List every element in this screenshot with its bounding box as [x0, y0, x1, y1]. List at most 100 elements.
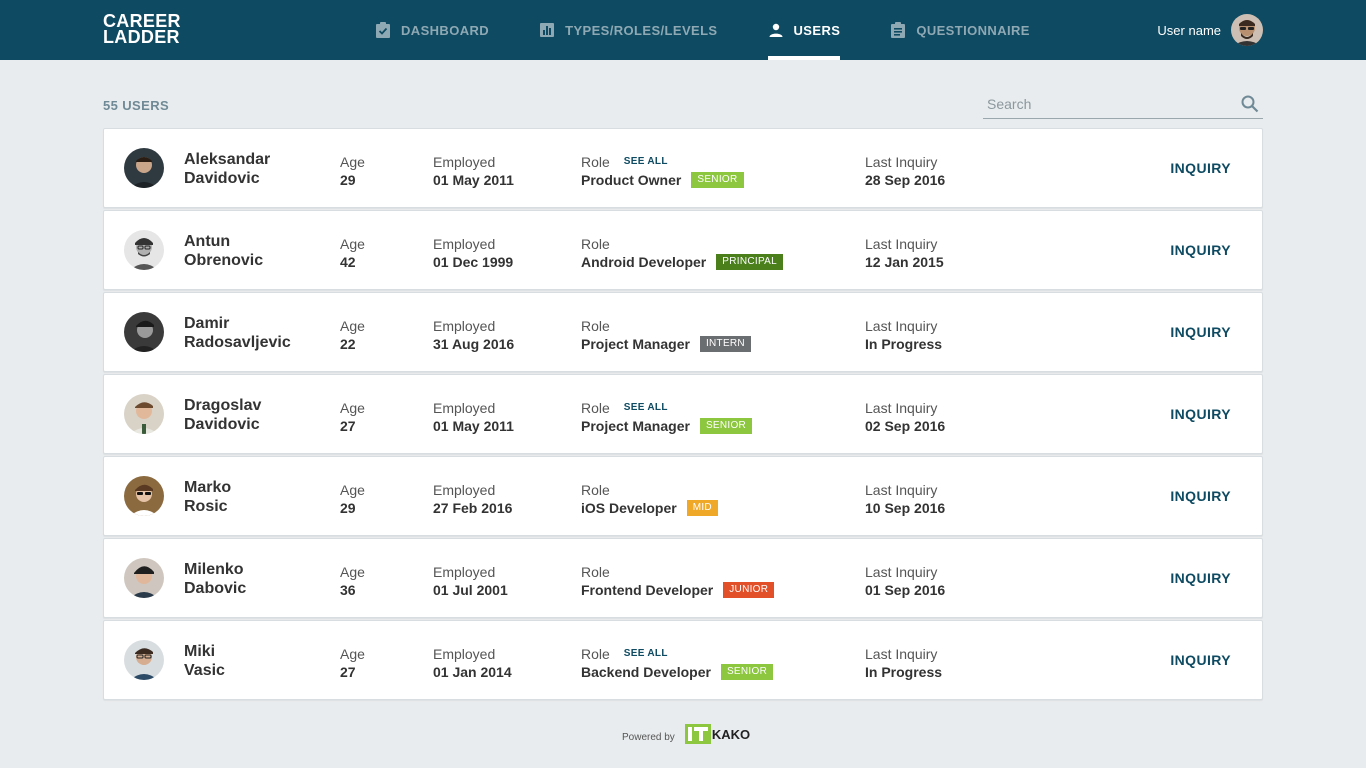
last-inquiry-label: Last Inquiry	[865, 482, 938, 498]
employed-value: 31 Aug 2016	[433, 336, 515, 352]
age-label: Age	[340, 564, 365, 580]
user-row: Antun Obrenovic Age 42 Employed 01 Dec 1…	[103, 210, 1263, 290]
level-badge: PRINCIPAL	[716, 254, 784, 270]
last-inquiry-label: Last Inquiry	[865, 646, 938, 662]
nav-label-questionnaire: QUESTIONNAIRE	[916, 22, 1030, 38]
nav-label-users: USERS	[793, 22, 841, 38]
clipboard-check-icon	[375, 22, 391, 38]
nav-item-users[interactable]: USERS	[767, 0, 841, 60]
see-all-link[interactable]: SEE ALL	[624, 645, 668, 663]
last-inquiry-field: Last Inquiry 01 Sep 2016	[865, 563, 945, 599]
inquiry-button[interactable]: INQUIRY	[1170, 570, 1231, 586]
avatar	[124, 312, 164, 352]
first-name: Marko	[184, 479, 232, 496]
role-value: iOS Developer	[581, 500, 677, 516]
search-icon[interactable]	[1241, 95, 1259, 118]
logo-line-2: LADDER	[103, 27, 180, 47]
employed-value: 01 Jul 2001	[433, 582, 508, 598]
last-inquiry-value: In Progress	[865, 336, 943, 352]
age-label: Age	[340, 154, 365, 170]
user-name: Aleksandar Davidovic	[184, 150, 270, 188]
level-badge: MID	[686, 500, 718, 516]
role-field: Role SEE ALL Backend Developer SENIOR	[581, 645, 774, 681]
last-inquiry-field: Last Inquiry In Progress	[865, 317, 942, 353]
see-all-link[interactable]: SEE ALL	[624, 153, 668, 171]
avatar[interactable]	[1231, 14, 1263, 46]
last-inquiry-value: 10 Sep 2016	[865, 500, 946, 516]
age-value: 27	[340, 664, 356, 680]
last-inquiry-label: Last Inquiry	[865, 400, 938, 416]
age-field: Age 42	[340, 235, 365, 271]
age-label: Age	[340, 400, 365, 416]
role-label: Role	[581, 564, 610, 580]
avatar	[124, 394, 164, 434]
employed-field: Employed 27 Feb 2016	[433, 481, 512, 517]
inquiry-button[interactable]: INQUIRY	[1170, 488, 1231, 504]
age-field: Age 36	[340, 563, 365, 599]
role-field: Role iOS Developer MID	[581, 481, 718, 517]
inquiry-button[interactable]: INQUIRY	[1170, 324, 1231, 340]
role-value: Frontend Developer	[581, 582, 714, 598]
inquiry-button[interactable]: INQUIRY	[1170, 242, 1231, 258]
search-box	[983, 92, 1263, 119]
role-value: Project Manager	[581, 418, 690, 434]
search-input[interactable]	[983, 92, 1223, 116]
role-value: Project Manager	[581, 336, 690, 352]
employed-field: Employed 01 Dec 1999	[433, 235, 513, 271]
last-inquiry-label: Last Inquiry	[865, 564, 938, 580]
footer-brand-logo[interactable]: KAKO	[684, 724, 750, 744]
employed-field: Employed 01 Jul 2001	[433, 563, 508, 599]
employed-label: Employed	[433, 154, 496, 170]
employed-field: Employed 01 May 2011	[433, 399, 514, 435]
footer: Powered by KAKO	[622, 724, 750, 744]
last-inquiry-value: In Progress	[865, 664, 943, 680]
employed-field: Employed 01 Jan 2014	[433, 645, 512, 681]
user-name: Marko Rosic	[184, 478, 231, 516]
employed-value: 01 May 2011	[433, 172, 514, 188]
age-label: Age	[340, 482, 365, 498]
first-name: Dragoslav	[184, 397, 262, 414]
role-field: Role SEE ALL Project Manager SENIOR	[581, 399, 753, 435]
last-inquiry-value: 02 Sep 2016	[865, 418, 946, 434]
nav-label-types-roles-levels: TYPES/ROLES/LEVELS	[565, 22, 718, 38]
user-name: Damir Radosavljevic	[184, 314, 291, 352]
user-menu[interactable]: User name	[1157, 14, 1263, 46]
itkako-logo-icon	[684, 724, 711, 744]
nav-item-dashboard[interactable]: DASHBOARD	[375, 0, 489, 60]
role-field: Role Project Manager INTERN	[581, 317, 751, 353]
last-inquiry-field: Last Inquiry 12 Jan 2015	[865, 235, 944, 271]
nav-item-types-roles-levels[interactable]: TYPES/ROLES/LEVELS	[539, 0, 717, 60]
employed-label: Employed	[433, 646, 496, 662]
nav-item-questionnaire[interactable]: QUESTIONNAIRE	[890, 0, 1030, 60]
person-icon	[768, 22, 784, 38]
employed-label: Employed	[433, 482, 496, 498]
see-all-link[interactable]: SEE ALL	[624, 399, 668, 417]
age-label: Age	[340, 236, 365, 252]
age-label: Age	[340, 646, 365, 662]
age-field: Age 27	[340, 399, 365, 435]
user-name: Miki Vasic	[184, 642, 225, 680]
last-inquiry-label: Last Inquiry	[865, 318, 938, 334]
user-row: Aleksandar Davidovic Age 29 Employed 01 …	[103, 128, 1263, 208]
level-badge: SENIOR	[699, 418, 753, 434]
age-value: 29	[340, 172, 356, 188]
avatar	[124, 558, 164, 598]
last-name: Dabovic	[184, 580, 247, 597]
level-badge: SENIOR	[720, 664, 774, 680]
role-label: Role	[581, 482, 610, 498]
inquiry-button[interactable]: INQUIRY	[1170, 406, 1231, 422]
role-value: Product Owner	[581, 172, 682, 188]
user-name: Milenko Dabovic	[184, 560, 246, 598]
employed-value: 01 Dec 1999	[433, 254, 514, 270]
app-logo[interactable]: CAREER LADDER	[103, 12, 181, 47]
role-field: Role Frontend Developer JUNIOR	[581, 563, 775, 599]
user-row: Dragoslav Davidovic Age 27 Employed 01 M…	[103, 374, 1263, 454]
age-value: 29	[340, 500, 356, 516]
main-nav: DASHBOARD TYPES/ROLES/LEVELS USERS QUEST…	[375, 0, 1080, 60]
age-value: 22	[340, 336, 356, 352]
inquiry-button[interactable]: INQUIRY	[1170, 652, 1231, 668]
age-label: Age	[340, 318, 365, 334]
inquiry-button[interactable]: INQUIRY	[1170, 160, 1231, 176]
avatar	[124, 230, 164, 270]
age-field: Age 27	[340, 645, 365, 681]
